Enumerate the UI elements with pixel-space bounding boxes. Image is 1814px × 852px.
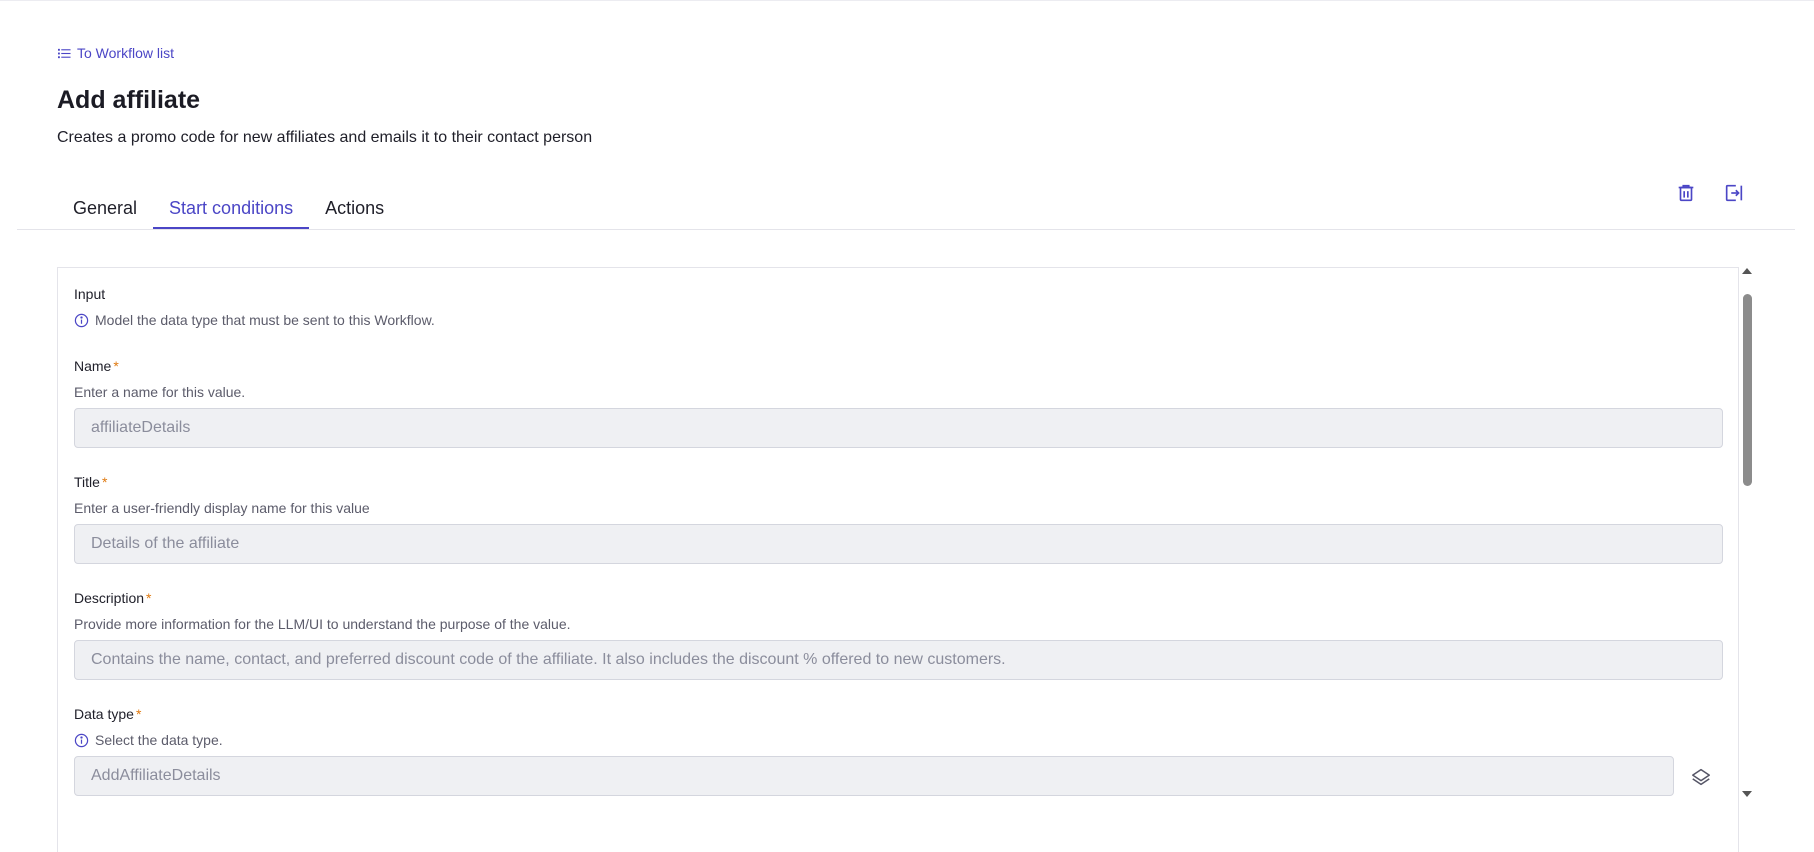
description-input[interactable]: Contains the name, contact, and preferre…	[74, 640, 1723, 680]
description-help: Provide more information for the LLM/UI …	[74, 616, 571, 632]
layers-icon	[1692, 768, 1710, 786]
back-to-workflow-list-link[interactable]: To Workflow list	[58, 45, 174, 61]
required-marker: *	[113, 358, 119, 374]
tab-actions[interactable]: Actions	[309, 192, 400, 229]
delete-button[interactable]	[1673, 180, 1699, 206]
list-icon	[58, 48, 71, 58]
name-field-header: Name * Enter a name for this value.	[74, 358, 245, 400]
scroll-up-arrow[interactable]	[1742, 268, 1752, 274]
page-title: Add affiliate	[57, 86, 201, 114]
description-label: Description *	[74, 590, 152, 606]
name-input[interactable]: affiliateDetails	[74, 408, 1723, 448]
vertical-scrollbar[interactable]	[1740, 266, 1754, 800]
tab-start-conditions[interactable]: Start conditions	[153, 192, 310, 229]
info-icon	[74, 733, 89, 747]
required-marker: *	[146, 590, 152, 606]
title-input[interactable]: Details of the affiliate	[74, 524, 1723, 564]
name-label: Name *	[74, 358, 119, 374]
title-field-header: Title * Enter a user-friendly display nam…	[74, 474, 370, 516]
info-icon	[74, 313, 89, 327]
section-help: Model the data type that must be sent to…	[74, 312, 435, 328]
name-help: Enter a name for this value.	[74, 384, 246, 400]
data-type-picker-button[interactable]	[1688, 764, 1714, 790]
exit-icon	[1725, 184, 1743, 202]
exit-button[interactable]	[1721, 180, 1747, 206]
scroll-down-arrow[interactable]	[1742, 791, 1752, 797]
section-title: Input	[74, 286, 106, 302]
input-section-header: Input Model the data type that must be s…	[74, 286, 435, 328]
data-type-input[interactable]: AddAffiliateDetails	[74, 756, 1674, 796]
trash-icon	[1678, 184, 1694, 202]
tab-general[interactable]: General	[57, 192, 153, 229]
top-border	[0, 0, 1814, 1]
back-link-label: To Workflow list	[77, 45, 174, 61]
data-type-label: Data type *	[74, 706, 142, 722]
title-help: Enter a user-friendly display name for t…	[74, 500, 370, 516]
tabs-divider	[17, 229, 1795, 230]
data-type-help: Select the data type.	[74, 732, 223, 748]
required-marker: *	[135, 706, 142, 722]
start-conditions-panel: Input Model the data type that must be s…	[57, 267, 1739, 852]
description-field-header: Description * Provide more information fo…	[74, 590, 571, 632]
title-label: Title *	[74, 474, 108, 490]
required-marker: *	[101, 474, 108, 490]
page-subtitle: Creates a promo code for new affiliates …	[57, 129, 593, 146]
tab-bar: General Start conditions Actions	[57, 192, 400, 229]
scroll-thumb[interactable]	[1743, 294, 1752, 486]
data-type-field-header: Data type * Select the data type.	[74, 706, 223, 748]
